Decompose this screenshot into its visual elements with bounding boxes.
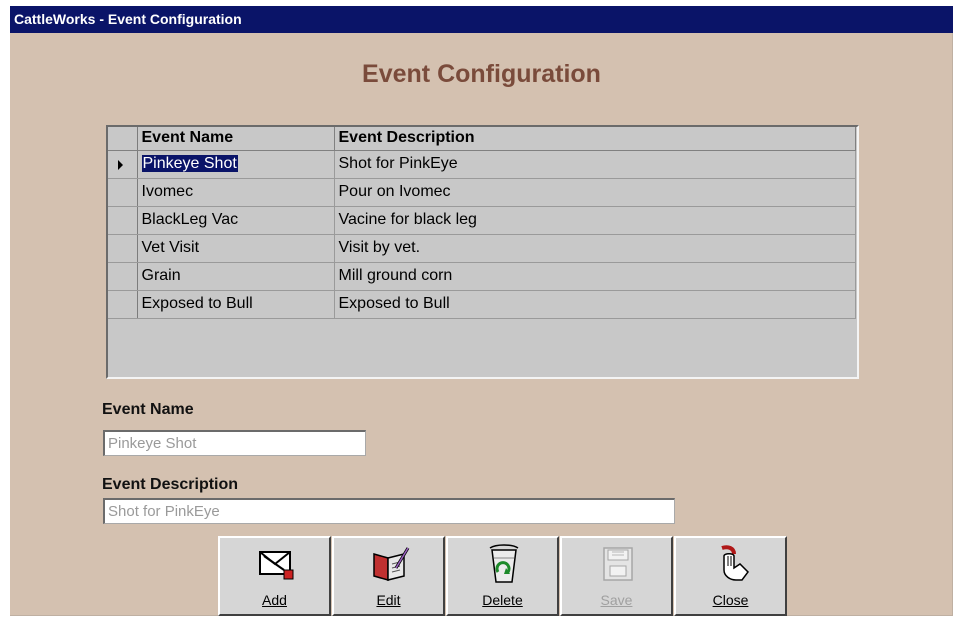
cell-event-description[interactable]: Vacine for black leg: [334, 206, 856, 235]
cell-event-name[interactable]: Vet Visit: [137, 234, 335, 263]
add-record-icon: [259, 551, 294, 580]
delete-button[interactable]: Delete: [446, 536, 559, 616]
action-toolbar: Add Edit Delete Save Close: [218, 536, 788, 616]
table-row[interactable]: BlackLeg Vac Vacine for black leg: [108, 206, 856, 235]
cell-event-name[interactable]: BlackLeg Vac: [137, 206, 335, 235]
recycle-bin-icon: [489, 544, 519, 583]
close-button-label: Close: [712, 592, 749, 608]
selected-cell-text: Pinkeye Shot: [141, 155, 238, 172]
cell-event-name[interactable]: Ivomec: [137, 178, 335, 207]
table-row[interactable]: Pinkeye Shot Shot for PinkEye: [108, 150, 856, 179]
cell-event-description[interactable]: Mill ground corn: [334, 262, 856, 291]
row-selector[interactable]: [108, 150, 138, 179]
save-icon: [603, 547, 633, 581]
save-button[interactable]: Save: [560, 536, 673, 616]
column-header-event-description[interactable]: Event Description: [334, 127, 856, 151]
edit-button-label: Edit: [376, 592, 401, 608]
row-selector[interactable]: [108, 290, 138, 319]
column-header-event-name[interactable]: Event Name: [137, 127, 335, 151]
row-selector[interactable]: [108, 206, 138, 235]
event-description-field[interactable]: Shot for PinkEye: [103, 498, 675, 524]
event-name-field[interactable]: Pinkeye Shot: [103, 430, 366, 456]
event-name-label: Event Name: [102, 401, 194, 418]
main-window: CattleWorks - Event Configuration Event …: [10, 6, 953, 616]
row-header-corner: [108, 127, 138, 151]
cell-event-name[interactable]: Exposed to Bull: [137, 290, 335, 319]
cell-event-name[interactable]: Grain: [137, 262, 335, 291]
cell-event-description[interactable]: Visit by vet.: [334, 234, 856, 263]
window-title-bar[interactable]: CattleWorks - Event Configuration: [10, 6, 953, 33]
table-row[interactable]: Exposed to Bull Exposed to Bull: [108, 290, 856, 319]
form-heading: Event Configuration: [362, 60, 601, 88]
edit-book-icon: [373, 547, 410, 581]
table-row[interactable]: Grain Mill ground corn: [108, 262, 856, 291]
current-row-arrow-icon: [118, 159, 123, 170]
row-selector[interactable]: [108, 262, 138, 291]
row-selector[interactable]: [108, 234, 138, 263]
add-button-label: Add: [262, 592, 287, 608]
cell-event-description[interactable]: Exposed to Bull: [334, 290, 856, 319]
cell-event-description[interactable]: Pour on Ivomec: [334, 178, 856, 207]
window-title: CattleWorks - Event Configuration: [14, 11, 242, 27]
cell-event-name[interactable]: Pinkeye Shot: [137, 150, 335, 179]
events-grid[interactable]: Event Name Event Description Pinkeye Sho…: [106, 125, 859, 379]
close-button[interactable]: Close: [674, 536, 787, 616]
event-description-label: Event Description: [102, 476, 239, 493]
close-hand-icon: [721, 545, 749, 581]
delete-button-label: Delete: [482, 592, 523, 608]
table-row[interactable]: Vet Visit Visit by vet.: [108, 234, 856, 263]
save-button-label: Save: [600, 592, 633, 608]
edit-button[interactable]: Edit: [332, 536, 445, 616]
table-row[interactable]: Ivomec Pour on Ivomec: [108, 178, 856, 207]
cell-event-description[interactable]: Shot for PinkEye: [334, 150, 856, 179]
row-selector[interactable]: [108, 178, 138, 207]
add-button[interactable]: Add: [218, 536, 331, 616]
